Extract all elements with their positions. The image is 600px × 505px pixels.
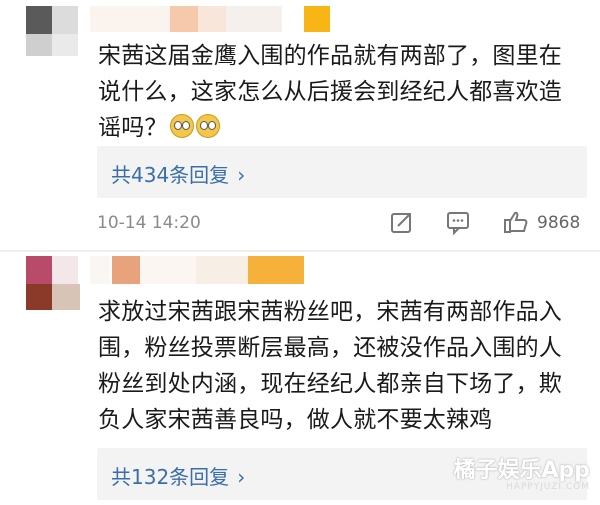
chevron-right-icon: ›: [237, 163, 246, 187]
watermark-logo-text: 橘子娱乐App: [453, 458, 590, 483]
comment-text: 求放过宋茜跟宋茜粉丝吧，宋茜有两部作品入围，粉丝投票断层最高，还被没作品入围的人…: [98, 299, 562, 433]
watermark: 橘子娱乐App HAPPYJUZI.COM: [453, 452, 590, 492]
chevron-right-icon: ›: [237, 465, 246, 489]
comment-text: 宋茜这届金鹰入围的作品就有两部了，图里在说什么，这家怎么从后援会到经纪人都喜欢造…: [98, 43, 562, 141]
comment-meta: 10-14 14:20 9868: [97, 209, 587, 239]
share-icon[interactable]: [389, 209, 415, 235]
view-replies-link[interactable]: 共434条回复 ›: [111, 159, 245, 188]
comment-icon[interactable]: [445, 209, 471, 236]
eye-roll-emoji-icon: [169, 114, 194, 138]
comment-item-1: 宋茜这届金鹰入围的作品就有两部了，图里在说什么，这家怎么从后援会到经纪人都喜欢造…: [0, 0, 600, 250]
replies-box[interactable]: 共434条回复 ›: [97, 146, 587, 198]
timestamp: 10-14 14:20: [97, 213, 201, 233]
like-icon[interactable]: [503, 209, 529, 235]
like-count: 9868: [537, 213, 581, 233]
view-replies-link[interactable]: 共132条回复 ›: [111, 461, 245, 490]
eye-roll-emoji-icon: [195, 114, 220, 138]
